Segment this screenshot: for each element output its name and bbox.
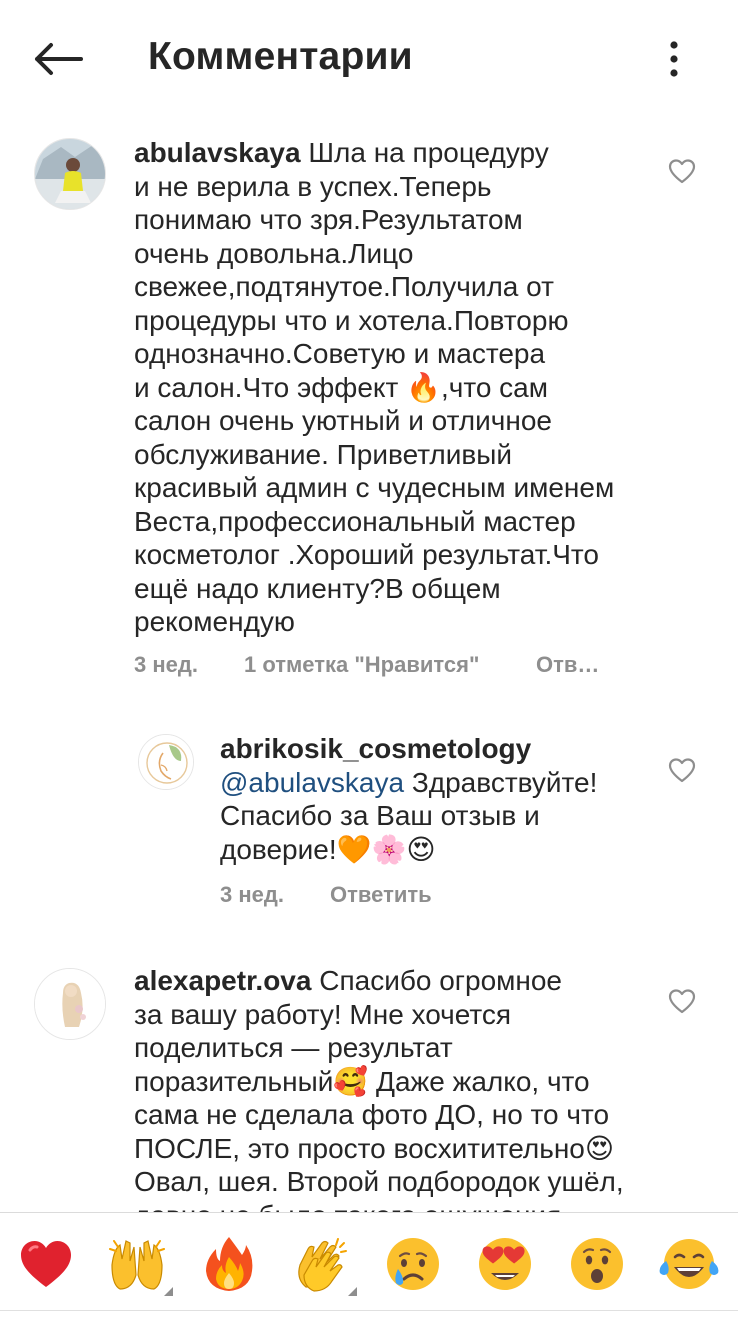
raising-hands-emoji-button[interactable]	[106, 1233, 173, 1296]
comment-line: Веста,профессиональный мастер	[134, 505, 576, 537]
comment-text: abrikosik_cosmetology @abulavskaya Здрав…	[220, 732, 660, 866]
fire-icon	[206, 1237, 253, 1291]
comment-text: alexapetr.ova Спасибо огромное за вашу р…	[134, 964, 694, 1232]
comment-line: Спасибо огромное	[319, 965, 563, 996]
comment-time: 3 нед.	[220, 882, 284, 907]
comment-line: очень довольна.Лицо	[134, 237, 414, 269]
surprised-face-icon	[571, 1238, 623, 1290]
comment-username[interactable]: alexapetr.ova	[134, 965, 311, 996]
comment-line: косметолог .Хороший результат.Что	[134, 539, 599, 570]
avatar[interactable]	[138, 734, 194, 790]
reply-button[interactable]: Ответить	[330, 880, 432, 910]
comment-line: поразительный🥰 Даже жалко, что	[134, 1065, 590, 1097]
skin-tone-indicator	[348, 1287, 357, 1296]
crying-face-icon	[387, 1238, 439, 1290]
comment-line: за вашу работу! Мне хочется	[134, 998, 512, 1030]
comment-line: Шла на процедуру	[308, 137, 549, 168]
tears-of-joy-emoji-button[interactable]	[658, 1233, 720, 1295]
mention-link[interactable]: @abulavskaya	[220, 767, 404, 798]
comment-line: поделиться — результат	[134, 1032, 453, 1063]
comment-line: ПОСЛЕ, это просто восхитительно😍	[134, 1132, 615, 1164]
heart-eyes-emoji-button[interactable]	[474, 1233, 536, 1295]
like-heart-icon[interactable]	[668, 158, 696, 184]
crying-face-emoji-button[interactable]	[382, 1233, 444, 1295]
comment-line: красивый админ с чудесным именем	[134, 472, 615, 503]
comment-line: Здравствуйте!	[404, 766, 598, 798]
comment-username[interactable]: abrikosik_cosmetology	[220, 733, 531, 764]
comment-username[interactable]: abulavskaya	[134, 137, 301, 168]
heart-eyes-icon	[479, 1238, 531, 1290]
comment-line: салон очень уютный и отличное	[134, 405, 552, 436]
comment-line: ещё надо клиенту?В общем	[134, 572, 501, 604]
tears-of-joy-icon	[659, 1239, 719, 1289]
red-heart-emoji-button[interactable]	[15, 1233, 77, 1295]
red-heart-icon	[21, 1241, 71, 1287]
page-title: Комментарии	[148, 35, 413, 78]
reply-button[interactable]: Отв…	[536, 650, 599, 680]
comment-line: понимаю что зря.Результатом	[134, 204, 523, 235]
comment-line: сама не сделала фото ДО, но то что	[134, 1099, 610, 1130]
avatar-photo	[35, 969, 105, 1039]
surprised-face-emoji-button[interactable]	[566, 1233, 628, 1295]
comment-line: однозначно.Советую и мастера	[134, 338, 546, 369]
arrow-left-icon	[35, 43, 83, 75]
brand-logo-avatar	[139, 735, 193, 789]
comment-time: 3 нед.	[134, 652, 198, 677]
avatar-photo	[35, 139, 105, 209]
likes-count-link[interactable]: 1 отметка "Нравится"	[244, 650, 479, 680]
comment-line: процедуры что и хотела.Повторю	[134, 304, 569, 336]
like-heart-icon[interactable]	[668, 757, 696, 783]
more-vertical-icon	[670, 41, 678, 77]
avatar[interactable]	[34, 138, 106, 210]
fire-emoji-button[interactable]	[198, 1233, 260, 1295]
avatar[interactable]	[34, 968, 106, 1040]
comment-text: abulavskaya Шла на процедуру и не верила…	[134, 136, 674, 639]
comment-line: доверие!🧡🌸😍	[220, 833, 436, 865]
app-header: Комментарии	[0, 0, 738, 116]
clapping-hands-icon	[298, 1238, 347, 1292]
bottom-divider	[0, 1310, 738, 1311]
skin-tone-indicator	[164, 1287, 173, 1296]
comment-line: Овал, шея. Второй подбородок ушёл,	[134, 1166, 624, 1197]
like-heart-icon[interactable]	[668, 988, 696, 1014]
raising-hands-icon	[109, 1240, 165, 1290]
comment-line: обслуживание. Приветливый	[134, 438, 513, 470]
back-button[interactable]	[26, 30, 90, 88]
comment-line: и не верила в успех.Теперь	[134, 170, 492, 202]
clapping-hands-emoji-button[interactable]	[290, 1233, 357, 1296]
more-options-button[interactable]	[650, 30, 698, 88]
comment-line: свежее,подтянутое.Получила от	[134, 271, 554, 302]
comment-line: рекомендую	[134, 606, 295, 637]
comment-line: и салон.Что эффект 🔥,что сам	[134, 371, 548, 403]
comment-line: Спасибо за Ваш отзыв и	[220, 800, 540, 831]
